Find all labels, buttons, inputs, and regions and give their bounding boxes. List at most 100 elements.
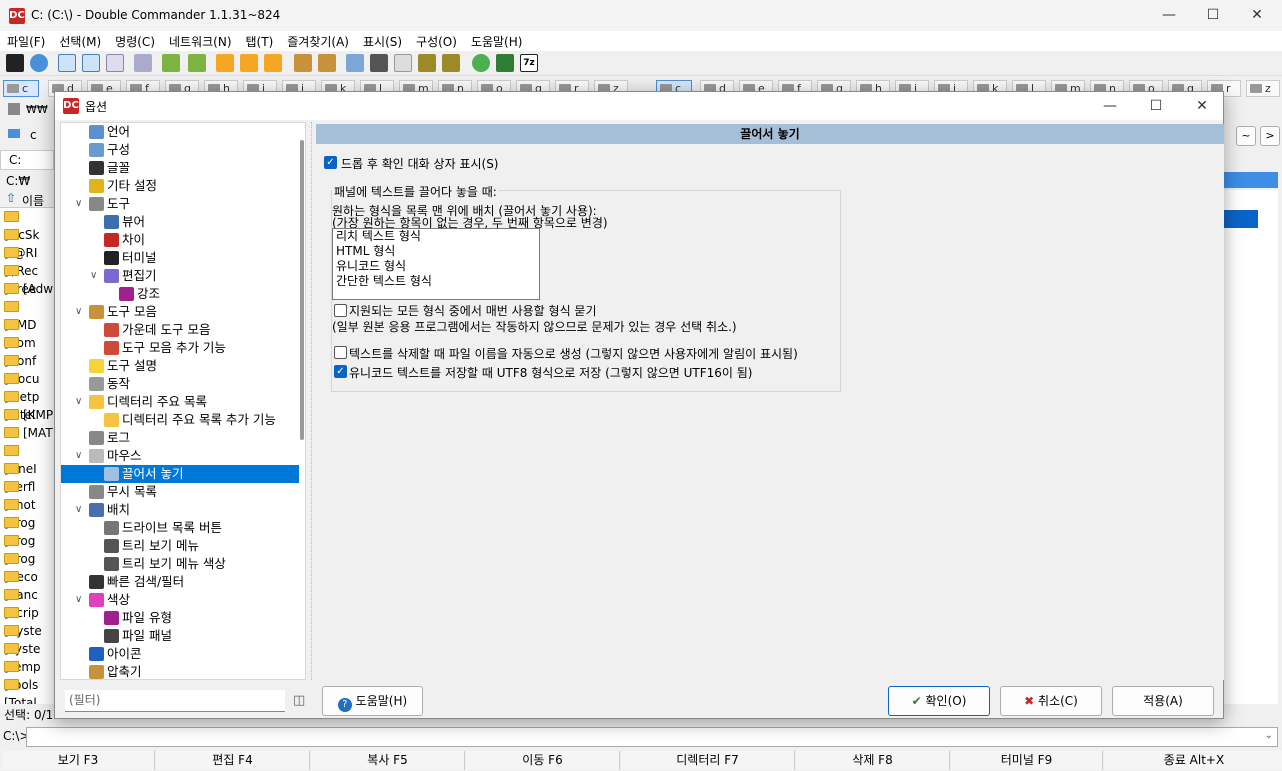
command-input[interactable]: ⌄ (26, 727, 1278, 747)
list-item[interactable]: [.free (4, 262, 54, 296)
minimize-button[interactable]: — (1146, 0, 1192, 30)
list-item[interactable]: [Adw (4, 280, 53, 298)
tree-item[interactable]: 편집기 (104, 267, 157, 285)
list-item[interactable]: [Prog (4, 532, 54, 566)
tree-item[interactable]: 도구 설명 (89, 357, 157, 375)
apply-button[interactable]: 적용(A) (1112, 686, 1214, 716)
terminal-icon[interactable] (6, 54, 24, 72)
chevron-down-icon[interactable]: ∨ (90, 270, 100, 281)
fkey-button[interactable]: 디렉터리 F7 (621, 751, 795, 770)
tree-item[interactable]: 배치 (89, 501, 130, 519)
fkey-button[interactable]: 편집 F4 (156, 751, 310, 770)
tree-scrollbar[interactable] (300, 140, 304, 440)
ok-button[interactable]: ✔ 확인(O) (888, 686, 990, 716)
tree-item[interactable]: 뷰어 (104, 213, 145, 231)
tree-item[interactable]: 무시 목록 (89, 483, 157, 501)
fkey-button[interactable]: 이동 F6 (466, 751, 620, 770)
7zip-icon[interactable]: 7z (520, 54, 538, 72)
dialog-maximize-button[interactable]: ☐ (1133, 91, 1179, 121)
list-item[interactable]: [$Rec (4, 244, 54, 278)
edit-icon[interactable] (496, 54, 514, 72)
chevron-down-icon[interactable]: ∨ (75, 594, 85, 605)
dialog-minimize-button[interactable]: — (1087, 91, 1133, 121)
chevron-down-icon[interactable]: ∨ (75, 504, 85, 515)
select-icon[interactable] (216, 54, 234, 72)
tree-item[interactable]: 압축기 (89, 663, 142, 679)
tree-item[interactable]: 디렉터리 주요 목록 추가 기능 (104, 411, 276, 429)
list-item[interactable]: [OneI (4, 442, 54, 476)
clear-filter-icon[interactable]: ◫ (293, 693, 305, 708)
pack-icon[interactable] (294, 54, 312, 72)
format-list-item[interactable]: 리치 텍스트 형식 (333, 229, 539, 244)
tree-item[interactable]: 강조 (119, 285, 160, 303)
menu-item[interactable]: 즐겨찾기(A) (280, 31, 356, 50)
tree-item[interactable]: 파일 패널 (104, 627, 172, 645)
chevron-down-icon[interactable]: ∨ (75, 198, 85, 209)
list-item[interactable]: [syste (4, 622, 54, 656)
chevron-down-icon[interactable]: ∨ (75, 306, 85, 317)
list-item[interactable]: [Aom (4, 316, 54, 350)
show-confirm-checkbox[interactable]: ✓ (324, 156, 337, 169)
dialog-close-button[interactable]: ✕ (1179, 91, 1225, 121)
tree-item[interactable]: 차이 (104, 231, 145, 249)
tree-item[interactable]: 글꼴 (89, 159, 130, 177)
menu-item[interactable]: 선택(M) (52, 31, 108, 50)
tree-item[interactable]: 파일 유형 (104, 609, 172, 627)
menu-item[interactable]: 네트워크(N) (162, 31, 239, 50)
drive-button-c-left[interactable]: c (3, 80, 39, 97)
menu-item[interactable]: 파일(F) (0, 31, 52, 50)
format-list-item[interactable]: HTML 형식 (333, 244, 539, 259)
tree-item[interactable]: 언어 (89, 123, 130, 141)
full-view-icon[interactable] (82, 54, 100, 72)
list-item[interactable]: [Sanc (4, 568, 54, 602)
chevron-down-icon[interactable]: ∨ (75, 450, 85, 461)
drive-button-z-right[interactable]: z (1246, 80, 1280, 97)
copy-names-icon[interactable] (442, 54, 460, 72)
list-item[interactable]: [Intel (4, 388, 54, 422)
cancel-button[interactable]: ✖ 취소(C) (1000, 686, 1102, 716)
list-item[interactable]: [AMD (4, 298, 54, 332)
tree-item[interactable]: 기타 설정 (89, 177, 157, 195)
fkey-button[interactable]: 종료 Alt+X (1104, 751, 1282, 770)
tree-item[interactable]: 디렉터리 주요 목록 (89, 393, 207, 411)
list-item[interactable]: [inetp (4, 370, 54, 404)
unselect-icon[interactable] (240, 54, 258, 72)
tree-item[interactable]: 동작 (89, 375, 130, 393)
list-item[interactable]: [!!cSk (4, 208, 54, 242)
tree-item[interactable]: 로그 (89, 429, 130, 447)
invert-selection-icon[interactable] (264, 54, 282, 72)
menu-item[interactable]: 탭(T) (239, 31, 281, 50)
ask-format-checkbox[interactable] (334, 304, 347, 317)
menu-item[interactable]: 표시(S) (356, 31, 409, 50)
tree-item[interactable]: 구성 (89, 141, 130, 159)
refresh-icon[interactable] (472, 54, 490, 72)
fkey-button[interactable]: 터미널 F9 (951, 751, 1103, 770)
list-item[interactable]: [Syste (4, 604, 54, 638)
fkey-button[interactable]: 보기 F3 (2, 751, 155, 770)
tree-item[interactable]: 트리 보기 메뉴 색상 (104, 555, 226, 573)
menu-item[interactable]: 명령(C) (108, 31, 162, 50)
maximize-button[interactable]: ☐ (1190, 0, 1236, 30)
tree-item[interactable]: 도구 (89, 195, 130, 213)
tree-item[interactable]: 드라이브 목록 버튼 (104, 519, 222, 537)
tree-item[interactable]: 가운데 도구 모음 (104, 321, 210, 339)
list-item[interactable]: [Prog (4, 496, 54, 530)
list-item[interactable]: [!@RI (4, 226, 54, 260)
fkey-button[interactable]: 복사 F5 (311, 751, 465, 770)
format-list[interactable]: 리치 텍스트 형식 HTML 형식 유니코드 형식 간단한 텍스트 형식 (332, 228, 540, 300)
chevron-down-icon[interactable]: ∨ (75, 396, 85, 407)
list-item[interactable]: [Conf (4, 334, 54, 368)
sync-left-icon[interactable] (162, 54, 180, 72)
tree-item[interactable]: 도구 모음 (89, 303, 157, 321)
tree-item[interactable]: 마우스 (89, 447, 142, 465)
list-item[interactable]: [Prog (4, 514, 54, 548)
unpack-icon[interactable] (318, 54, 336, 72)
menu-item[interactable]: 구성(O) (409, 31, 464, 50)
left-drive-tab[interactable]: c (0, 124, 54, 146)
list-item[interactable]: [Phot (4, 478, 54, 512)
brief-view-icon[interactable] (58, 54, 76, 72)
tree-item[interactable]: 아이콘 (89, 645, 142, 663)
tab-history-button[interactable]: ~ (1236, 126, 1256, 146)
utf8-checkbox[interactable]: ✓ (334, 365, 347, 378)
thumbnail-view-icon[interactable] (106, 54, 124, 72)
